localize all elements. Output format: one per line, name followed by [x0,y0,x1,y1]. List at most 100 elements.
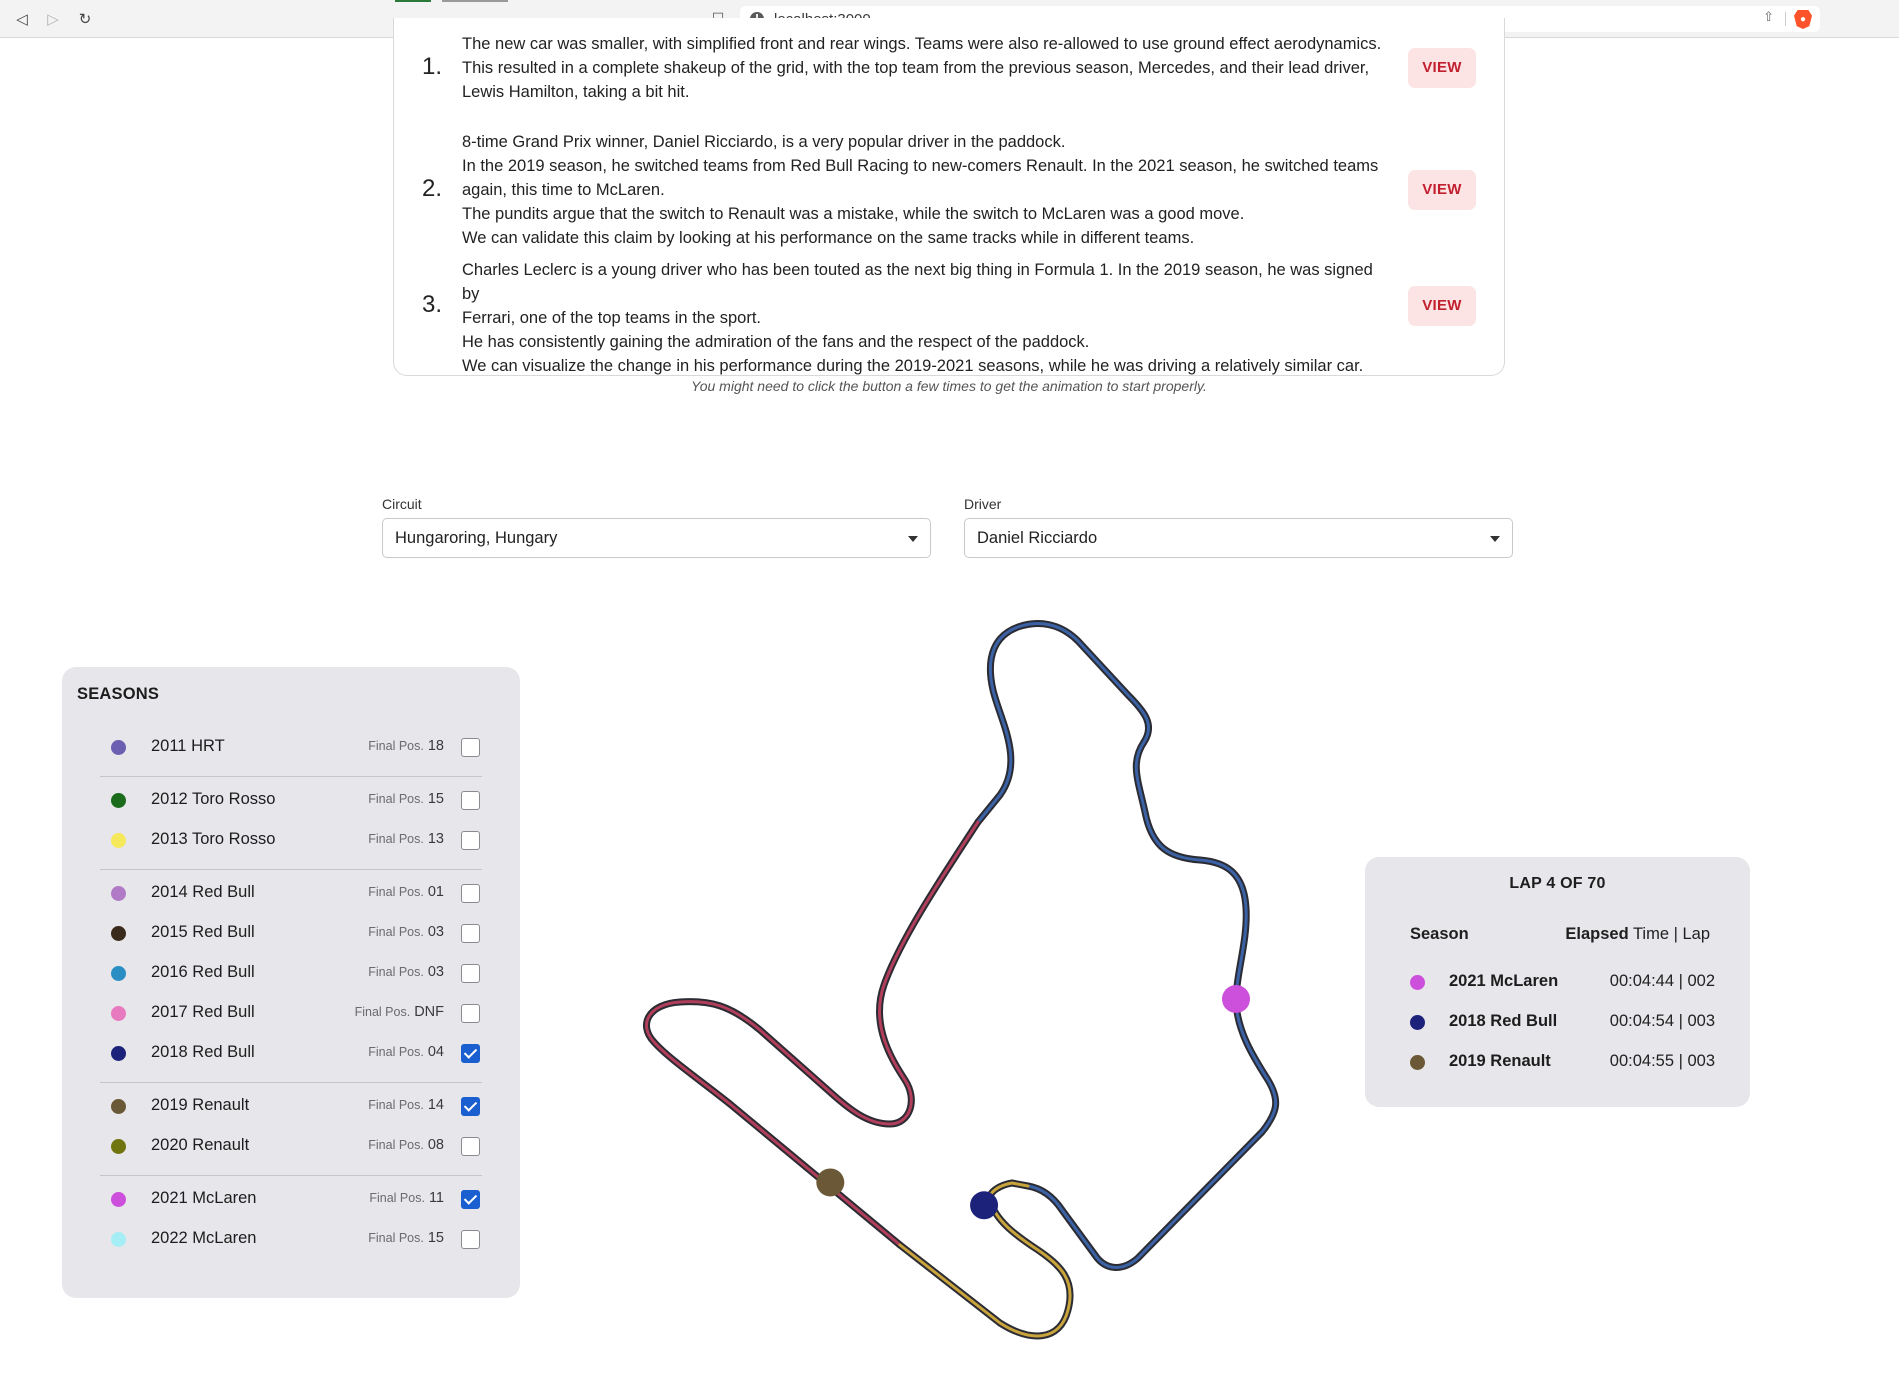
story-text: Charles Leclerc is a young driver who ha… [462,258,1392,378]
season-label: 2022 McLaren [151,1229,257,1247]
story-line: In the 2019 season, he switched teams fr… [462,157,1379,175]
final-pos-label: Final Pos. [368,792,424,806]
final-pos-value: 03 [427,964,444,980]
final-pos-value: 13 [427,831,444,847]
track-edge [1024,995,1280,1271]
season-row: 2012 Toro Rosso Final Pos. 15 [100,780,492,820]
circuit-field: Circuit Hungaroring, Hungary [382,496,931,558]
season-checkbox[interactable] [461,1230,480,1249]
season-divider [100,776,482,777]
final-pos-label: Final Pos. [368,1138,424,1152]
share-icon[interactable]: ⇧ [1763,10,1774,25]
track-map [643,620,1280,1340]
seasons-panel: SEASONS 2011 HRT Final Pos. 18 2012 Toro Ro… [62,667,520,1298]
season-row: 2018 Red Bull Final Pos. 04 [100,1033,492,1073]
final-pos-label: Final Pos. [368,885,424,899]
final-position: Final Pos. 14 [368,1097,444,1113]
forward-icon[interactable]: ▷ [43,9,63,29]
season-label: 2011 HRT [151,737,225,755]
final-pos-value: 11 [428,1190,444,1206]
lap-row: 2019 Renault 00:04:55 | 003 [1410,1044,1715,1084]
story-line: again, this time to McLaren. [462,181,665,199]
season-color-dot [111,1232,126,1247]
driver-select[interactable]: Daniel Ricciardo [964,518,1513,558]
final-position: Final Pos. 03 [368,964,444,980]
season-row: 2017 Red Bull Final Pos. DNF [100,993,492,1033]
story-number: 2. [422,175,443,202]
final-pos-value: 04 [427,1044,444,1060]
final-pos-value: 15 [427,1230,444,1246]
circuit-label: Circuit [382,496,422,512]
lap-header-time: Elapsed Time | Lap [1565,925,1710,944]
season-label: 2016 Red Bull [151,963,255,981]
story-text: 8-time Grand Prix winner, Daniel Ricciar… [462,130,1392,250]
lap-time: 00:04:55 | 003 [1609,1052,1715,1070]
driver-value: Daniel Ricciardo [977,529,1098,547]
season-row: 2015 Red Bull Final Pos. 03 [100,913,492,953]
story-item: 1. The new car was smaller, with simplifi… [394,32,1506,104]
lap-header-time-lap: Time | Lap [1632,925,1710,943]
track-sector-1-upper [976,622,1248,1001]
brave-shield-icon[interactable]: ● [1794,10,1812,29]
season-checkbox[interactable] [461,1044,480,1063]
final-pos-label: Final Pos. [368,1098,424,1112]
season-checkbox[interactable] [461,1137,480,1156]
final-position: Final Pos. 01 [368,884,444,900]
season-checkbox[interactable] [461,964,480,983]
season-checkbox[interactable] [461,738,480,757]
final-pos-label: Final Pos. [368,925,424,939]
track-edge [643,818,982,1249]
reload-icon[interactable]: ↻ [75,9,95,29]
season-color-dot [111,1139,126,1154]
season-row: 2014 Red Bull Final Pos. 01 [100,873,492,913]
chevron-down-icon [908,536,918,542]
lap-season-name: 2019 Renault [1449,1052,1551,1070]
story-line: We can validate this claim by looking at… [462,229,1195,247]
driver-field: Driver Daniel Ricciardo [964,496,1513,558]
season-checkbox[interactable] [461,924,480,943]
season-row: 2011 HRT Final Pos. 18 [100,727,492,767]
final-pos-value: 08 [427,1137,444,1153]
lap-title: LAP 4 OF 70 [1509,875,1606,892]
driver-label: Driver [964,496,1002,512]
final-position: Final Pos. 15 [368,1230,444,1246]
final-position: Final Pos. 04 [368,1044,444,1060]
final-pos-label: Final Pos. [368,739,424,753]
final-position: Final Pos. DNF [355,1004,444,1020]
season-color-dot [111,966,126,981]
season-color-dot [111,1192,126,1207]
season-color-dot [111,1099,126,1114]
lap-color-dot [1410,1015,1425,1030]
track-sector-2 [645,820,980,1247]
lap-panel: LAP 4 OF 70 Season Elapsed Time | Lap 20… [1365,857,1750,1107]
season-checkbox[interactable] [461,1004,480,1023]
final-position: Final Pos. 18 [368,738,444,754]
view-button[interactable]: VIEW [1408,48,1476,88]
lap-season-name: 2021 McLaren [1449,972,1559,990]
season-checkbox[interactable] [461,791,480,810]
season-checkbox[interactable] [461,884,480,903]
final-pos-value: 18 [427,738,444,754]
season-row: 2013 Toro Rosso Final Pos. 13 [100,820,492,860]
animation-note: You might need to click the button a few… [691,378,1207,394]
season-label: 2019 Renault [151,1096,250,1114]
season-checkbox[interactable] [461,1097,480,1116]
chevron-down-icon [1490,536,1500,542]
circuit-select[interactable]: Hungaroring, Hungary [382,518,931,558]
season-checkbox[interactable] [461,831,480,850]
season-row: 2020 Renault Final Pos. 08 [100,1126,492,1166]
back-icon[interactable]: ◁ [12,9,32,29]
final-pos-value: DNF [414,1004,444,1020]
story-line: He has consistently gaining the admirati… [462,333,1090,351]
view-button[interactable]: VIEW [1408,170,1476,210]
final-pos-label: Final Pos. [368,832,424,846]
toolbar-divider [1785,12,1786,26]
season-checkbox[interactable] [461,1190,480,1209]
view-button[interactable]: VIEW [1408,286,1476,326]
car-marker [816,1168,845,1197]
season-label: 2015 Red Bull [151,923,255,941]
season-label: 2021 McLaren [151,1189,257,1207]
season-color-dot [111,926,126,941]
final-pos-label: Final Pos. [354,1005,411,1019]
lap-row: 2021 McLaren 00:04:44 | 002 [1410,964,1715,1004]
